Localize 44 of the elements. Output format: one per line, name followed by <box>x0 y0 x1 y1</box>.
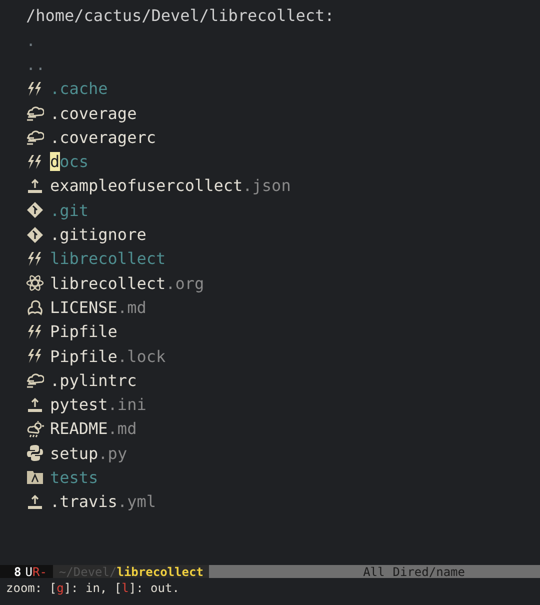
file-name[interactable]: README.md <box>50 419 137 438</box>
bolt-icon <box>26 347 44 365</box>
file-name[interactable]: . <box>26 30 36 50</box>
python-icon <box>26 444 44 462</box>
file-name[interactable]: .cache <box>50 79 108 98</box>
echo-message: zoom: [g]: in, [l]: out. <box>5 580 180 595</box>
weather-icon <box>26 420 44 438</box>
file-name[interactable]: LICENSE.md <box>50 298 146 317</box>
file-name[interactable]: .coveragerc <box>50 128 156 147</box>
file-name[interactable]: docs <box>50 152 89 172</box>
file-name[interactable]: librecollect <box>50 249 166 268</box>
major-mode: Dired/name <box>392 564 465 578</box>
bolt-icon <box>26 250 44 268</box>
upload-icon <box>26 176 44 195</box>
bolt-icon <box>26 152 44 171</box>
upload-icon <box>26 492 44 511</box>
bolt-icon <box>26 322 44 341</box>
file-name[interactable]: .. <box>26 54 46 74</box>
file-name[interactable]: .git <box>50 200 89 220</box>
ribbon-icon <box>26 298 44 316</box>
cloud-icon <box>26 371 44 390</box>
file-name[interactable]: tests <box>50 468 98 487</box>
file-name[interactable]: .pylintrc <box>50 370 137 390</box>
cloud-icon <box>26 104 44 122</box>
buffer-flags: UR- <box>25 564 47 578</box>
file-name[interactable]: .coverage <box>50 104 137 123</box>
file-name[interactable]: pytest.ini <box>50 395 146 414</box>
window-number: 8 <box>14 564 22 578</box>
directory-header: /home/cactus/Devel/librecollect: <box>26 5 336 27</box>
folder-icon <box>26 468 44 486</box>
file-name[interactable]: Pipfile.lock <box>50 346 166 366</box>
atom-icon <box>26 274 44 292</box>
upload-icon <box>26 396 44 414</box>
file-name[interactable]: librecollect.org <box>50 274 204 293</box>
file-name[interactable]: .gitignore <box>50 225 146 244</box>
file-name[interactable]: .travis.yml <box>50 492 156 512</box>
bolt-icon <box>26 80 44 98</box>
git-icon <box>26 201 44 220</box>
file-name[interactable]: exampleofusercollect.json <box>50 176 291 196</box>
git-icon <box>26 226 44 244</box>
position-text: All <box>363 564 385 578</box>
cloud-icon <box>26 128 44 146</box>
file-name[interactable]: setup.py <box>50 444 128 463</box>
file-name[interactable]: Pipfile <box>50 322 118 342</box>
